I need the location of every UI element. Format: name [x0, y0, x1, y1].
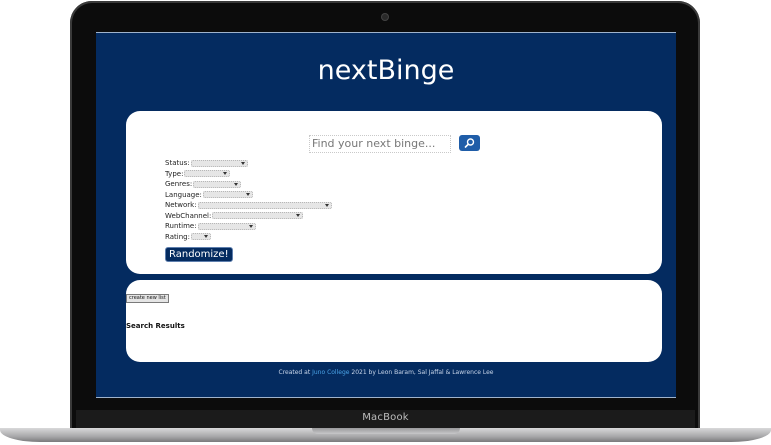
filter-label: Language: — [165, 190, 202, 199]
filter-label: WebChannel: — [165, 211, 212, 220]
create-new-list-button[interactable]: create new list — [126, 294, 169, 303]
filter-label: Rating: — [165, 232, 190, 241]
device-brand-label: MacBook — [362, 412, 409, 423]
camera-icon — [382, 14, 388, 20]
network-select[interactable] — [197, 201, 332, 209]
rating-select[interactable] — [190, 233, 211, 240]
search-button[interactable] — [459, 135, 480, 151]
randomize-button[interactable]: Randomize! — [165, 247, 233, 262]
webchannel-select[interactable] — [212, 212, 304, 219]
filter-label: Status: — [165, 159, 190, 167]
filter-label: Runtime: — [165, 222, 197, 230]
type-select[interactable] — [184, 170, 231, 177]
filter-list: Status: Type: Genres: Language: Network:… — [165, 158, 332, 242]
filter-label: Genres: — [165, 180, 193, 188]
filter-language: Language: — [165, 190, 332, 201]
language-select[interactable] — [202, 191, 253, 198]
footer-prefix: Created at — [278, 369, 311, 376]
juno-college-link[interactable]: Juno College — [312, 369, 349, 376]
page-title: nextBinge — [317, 55, 455, 86]
filter-label: Type: — [165, 169, 184, 178]
filter-network: Network: — [165, 200, 332, 211]
genres-select[interactable] — [193, 180, 242, 188]
browser-viewport: nextBinge Find your next binge... Status… — [96, 32, 676, 398]
filter-label: Network: — [165, 201, 197, 209]
status-select[interactable] — [190, 159, 248, 167]
search-panel: Find your next binge... Status: Type: Ge… — [126, 111, 662, 274]
filter-genres: Genres: — [165, 179, 332, 190]
footer-credits: 2021 by Leon Baram, Sal Jaffal & Lawrenc… — [351, 369, 494, 376]
search-results-heading: Search Results — [126, 322, 185, 330]
filter-runtime: Runtime: — [165, 221, 332, 232]
filter-type: Type: — [165, 169, 332, 180]
laptop-base-notch — [312, 428, 460, 434]
search-icon — [464, 138, 475, 148]
footer: Created at Juno College 2021 by Leon Bar… — [96, 369, 676, 376]
filter-webchannel: WebChannel: — [165, 211, 332, 222]
filter-status: Status: — [165, 158, 332, 169]
results-panel: create new list Search Results — [126, 280, 662, 362]
search-input[interactable]: Find your next binge... — [309, 135, 451, 153]
runtime-select[interactable] — [197, 222, 256, 230]
filter-rating: Rating: — [165, 232, 332, 243]
